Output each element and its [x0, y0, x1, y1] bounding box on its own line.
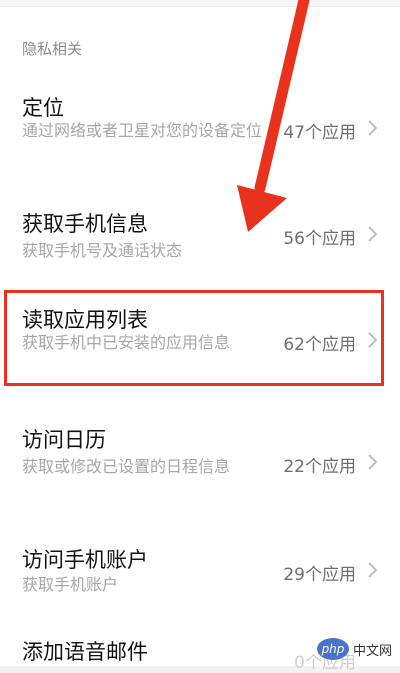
highlight-box: [4, 290, 384, 386]
row-app-count: 56个应用: [283, 229, 356, 249]
section-header: 隐私相关: [22, 40, 83, 58]
row-title: 访问日历: [22, 428, 106, 452]
permission-row-location[interactable]: 定位 通过网络或者卫星对您的设备定位 47个应用: [0, 88, 400, 180]
row-description: 通过网络或者卫星对您的设备定位: [22, 121, 263, 140]
row-description: 获取手机号及通话状态: [22, 241, 183, 260]
row-title: 获取手机信息: [22, 212, 148, 236]
chevron-right-icon: [366, 453, 378, 471]
row-description: 获取或修改已设置的日程信息: [22, 457, 231, 476]
watermark: php 中文网: [316, 638, 392, 660]
chevron-right-icon: [366, 561, 378, 579]
permission-row-phone-info[interactable]: 获取手机信息 获取手机号及通话状态 56个应用: [0, 200, 400, 280]
watermark-text: 中文网: [352, 643, 392, 659]
chevron-right-icon: [366, 119, 378, 137]
php-logo-icon: php: [316, 638, 349, 660]
row-app-count: 29个应用: [283, 565, 356, 585]
row-title: 添加语音邮件: [22, 640, 148, 664]
row-app-count: 22个应用: [283, 457, 356, 477]
row-description: 获取手机账户: [22, 575, 119, 594]
privacy-settings-page: 隐私相关 定位 通过网络或者卫星对您的设备定位 47个应用 获取手机信息 获取手…: [0, 0, 400, 673]
permission-row-account[interactable]: 访问手机账户 获取手机账户 29个应用: [0, 540, 400, 600]
previous-section-card: [0, 0, 400, 7]
permission-row-calendar[interactable]: 访问日历 获取或修改已设置的日程信息 22个应用: [0, 420, 400, 512]
chevron-right-icon: [366, 225, 378, 243]
row-title: 访问手机账户: [22, 548, 148, 572]
row-app-count: 47个应用: [283, 123, 356, 143]
